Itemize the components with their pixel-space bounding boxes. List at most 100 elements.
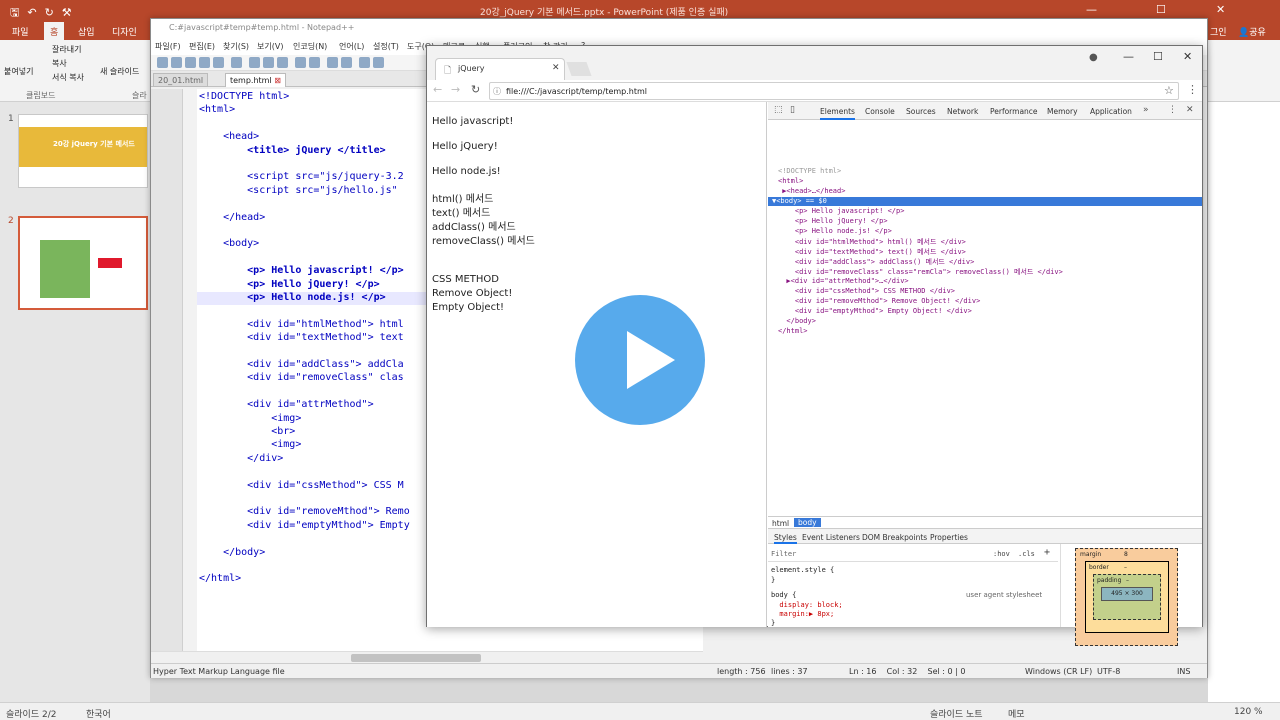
styles-filter-input[interactable]: Filter (771, 550, 796, 558)
maximize-icon[interactable]: ☐ (1153, 50, 1163, 63)
save-all-icon[interactable] (199, 57, 210, 68)
copy-icon[interactable] (263, 57, 274, 68)
dom-node-line[interactable]: <html> (778, 177, 803, 185)
language-status[interactable]: 한국어 (86, 707, 111, 720)
back-icon[interactable]: ← (433, 83, 442, 96)
close-file-icon[interactable] (213, 57, 224, 68)
dom-node-line[interactable]: <div id="removeClass" class="remCla"> re… (778, 267, 1063, 277)
slide-thumbnail-2[interactable] (18, 216, 148, 310)
forward-icon[interactable]: → (451, 83, 460, 96)
paste-button[interactable]: 붙여넣기 (4, 66, 33, 77)
dom-node-line[interactable]: <p> Hello javascript! </p> (778, 207, 905, 215)
menu-view[interactable]: 보기(V) (257, 41, 283, 52)
zoom-out-icon[interactable] (373, 57, 384, 68)
comments-button[interactable]: 메모 (1008, 707, 1025, 720)
open-file-icon[interactable] (171, 57, 182, 68)
menu-language[interactable]: 언어(L) (339, 41, 364, 52)
inspect-icon[interactable]: ⬚ (774, 105, 783, 115)
print-icon[interactable] (231, 57, 242, 68)
new-slide-button[interactable]: 새 슬라이드 (100, 66, 139, 77)
reload-icon[interactable]: ↻ (471, 83, 480, 96)
dom-node-line[interactable]: <div id="textMethod"> text() 메서드 </div> (778, 247, 966, 257)
close-devtools-icon[interactable]: ✕ (1186, 105, 1194, 115)
dom-node-line[interactable]: </html> (778, 327, 808, 335)
cut-button[interactable]: 잘라내기 (52, 44, 81, 55)
tab-home[interactable]: 홈 (44, 22, 65, 40)
dom-node-line[interactable]: <div id="addClass"> addClass() 메서드 </div… (778, 257, 974, 267)
tab-insert[interactable]: 삽입 (78, 25, 95, 38)
quick-access-toolbar[interactable]: 🖫↶↻⚒ (10, 4, 80, 23)
undo-icon[interactable] (295, 57, 306, 68)
browser-tab[interactable]: 🗋 jQuery ✕ (435, 58, 565, 80)
dom-node-line[interactable]: ▶<div id="attrMethod">…</div> (778, 277, 908, 285)
paste-icon[interactable] (277, 57, 288, 68)
menu-search[interactable]: 찾기(S) (223, 41, 249, 52)
dom-node-line[interactable]: </body> (778, 317, 816, 325)
zoom-in-icon[interactable] (359, 57, 370, 68)
format-painter-button[interactable]: 서식 복사 (52, 72, 84, 83)
tab-memory[interactable]: Memory (1047, 107, 1078, 116)
tab-design[interactable]: 디자인 (112, 25, 137, 38)
dom-node-line[interactable]: <!DOCTYPE html> (778, 167, 841, 175)
dom-node-line[interactable]: <p> Hello node.js! </p> (778, 227, 892, 235)
close-tab-icon[interactable]: ✕ (552, 63, 560, 73)
dom-node-line[interactable]: <div id="emptyMthod"> Empty Object! </di… (778, 307, 972, 315)
crumb-body[interactable]: body (794, 518, 821, 527)
tab-application[interactable]: Application (1090, 107, 1132, 116)
devtools-menu-icon[interactable]: ⋮ (1168, 105, 1177, 115)
tab-network[interactable]: Network (947, 107, 978, 116)
profile-icon[interactable]: ● (1089, 52, 1098, 63)
dom-node-line[interactable]: <p> Hello jQuery! </p> (778, 217, 888, 225)
new-file-icon[interactable] (157, 57, 168, 68)
menu-edit[interactable]: 편집(E) (189, 41, 215, 52)
crumb-html[interactable]: html (772, 519, 789, 528)
device-toolbar-icon[interactable]: ▯ (790, 105, 795, 115)
tab-console[interactable]: Console (865, 107, 895, 116)
close-icon[interactable]: ✕ (1216, 3, 1225, 16)
subtab-event-listeners[interactable]: Event Listeners (802, 533, 860, 542)
dom-node-line[interactable]: ▼<body> == $0 (772, 197, 827, 205)
share-button[interactable]: 👤공유 (1238, 25, 1266, 38)
dom-node-line[interactable]: <div id="removeMthod"> Remove Object! </… (778, 297, 980, 305)
dom-node-line[interactable]: ▶<head>…</head> (778, 187, 845, 195)
menu-settings[interactable]: 설정(T) (373, 41, 399, 52)
hover-state-toggle[interactable]: :hov (993, 550, 1010, 558)
menu-encoding[interactable]: 인코딩(N) (293, 41, 327, 52)
tab-20-01-html[interactable]: 20_01.html (153, 73, 209, 87)
more-tabs-icon[interactable]: » (1143, 105, 1149, 115)
horizontal-scrollbar[interactable] (151, 651, 703, 663)
save-icon[interactable] (185, 57, 196, 68)
new-tab-button[interactable] (566, 62, 592, 76)
border-box[interactable]: border – padding – 495 × 300 (1085, 561, 1169, 633)
dom-node-line[interactable]: <div id="cssMethod"> CSS METHOD </div> (778, 287, 955, 295)
notes-button[interactable]: 슬라이드 노트 (930, 707, 983, 720)
menu-kebab-icon[interactable]: ⋮ (1187, 83, 1198, 96)
subtab-properties[interactable]: Properties (930, 533, 968, 542)
maximize-icon[interactable]: ☐ (1156, 3, 1166, 16)
replace-icon[interactable] (341, 57, 352, 68)
play-button[interactable] (567, 287, 713, 433)
tab-file[interactable]: 파일 (12, 25, 29, 38)
tab-temp-html[interactable]: temp.html ⊠ (225, 73, 286, 87)
minimize-icon[interactable]: — (1086, 3, 1097, 16)
add-rule-icon[interactable]: + (1044, 547, 1050, 558)
signin-link[interactable]: 그인 (1210, 25, 1227, 38)
close-tab-icon[interactable]: ⊠ (274, 76, 281, 85)
tab-sources[interactable]: Sources (906, 107, 936, 116)
menu-file[interactable]: 파일(F) (155, 41, 181, 52)
margin-box[interactable]: margin 8 border – padding – 495 × 300 (1075, 548, 1178, 646)
address-bar[interactable]: ⓘ file:///C:/javascript/temp/temp.html ☆ (489, 82, 1179, 100)
padding-box[interactable]: padding – 495 × 300 (1093, 574, 1161, 620)
info-icon[interactable]: ⓘ (493, 86, 501, 97)
scroll-thumb[interactable] (351, 654, 481, 662)
slide-thumbnail-1[interactable]: 20강 jQuery 기본 메서드 (18, 114, 148, 188)
dom-node-line[interactable]: <div id="htmlMethod"> html() 메서드 </div> (778, 237, 966, 247)
zoom-level[interactable]: 120 % (1234, 707, 1263, 717)
cut-icon[interactable] (249, 57, 260, 68)
tab-elements[interactable]: Elements (820, 107, 855, 120)
tab-performance[interactable]: Performance (990, 107, 1038, 116)
content-box[interactable]: 495 × 300 (1101, 587, 1153, 601)
subtab-dom-breakpoints[interactable]: DOM Breakpoints (862, 533, 927, 542)
bookmark-star-icon[interactable]: ☆ (1164, 84, 1174, 97)
copy-button[interactable]: 복사 (52, 58, 67, 69)
